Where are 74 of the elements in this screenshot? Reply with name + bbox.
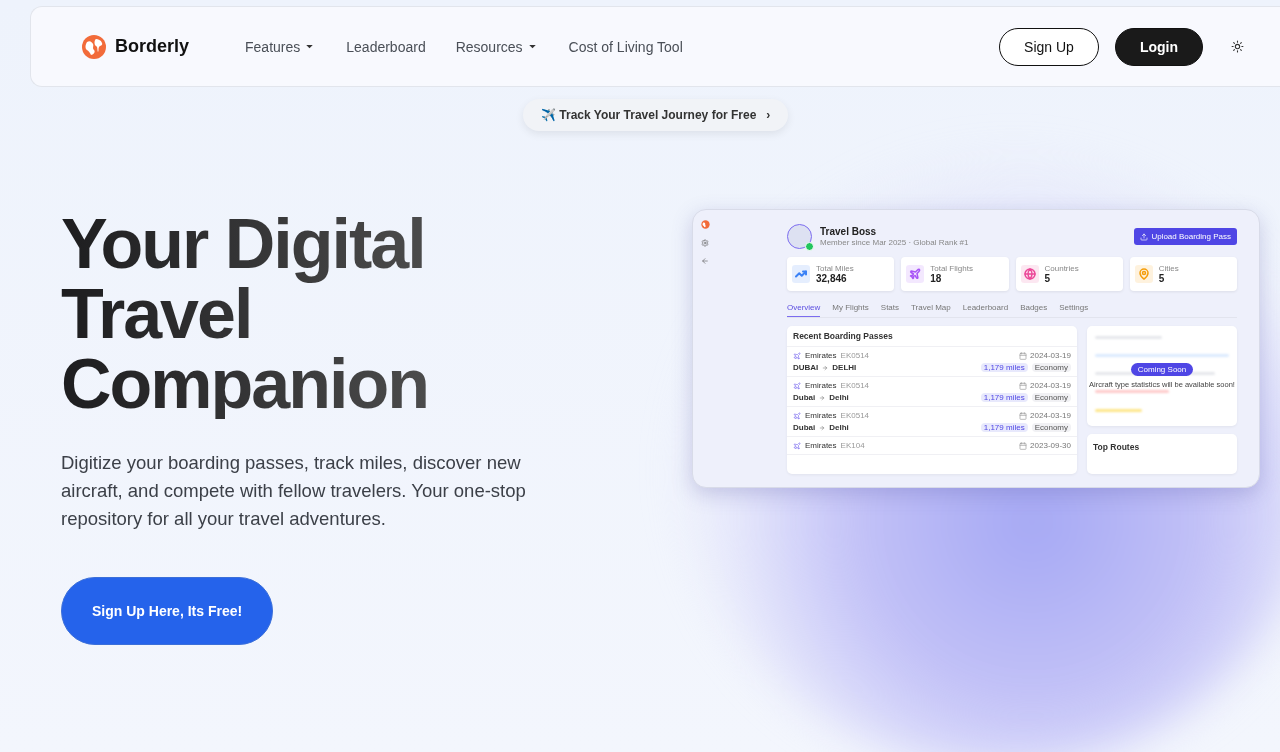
- airline-name: Emirates: [805, 441, 837, 450]
- calendar-icon: [1019, 381, 1028, 390]
- settings-icon[interactable]: [701, 239, 709, 247]
- nav-link[interactable]: Resources: [455, 38, 539, 55]
- nav-link[interactable]: Cost of Living Tool: [568, 38, 683, 55]
- globe-logo-icon: [81, 33, 107, 60]
- theme-toggle-sun-icon[interactable]: [1231, 40, 1244, 53]
- stat-value: 32,846: [816, 273, 848, 284]
- arrow-icon: [819, 394, 826, 401]
- upload-boarding-pass-button[interactable]: Upload Boarding Pass: [1134, 228, 1237, 245]
- announcement-pill[interactable]: ✈ Track Your Travel Journey for Free ›: [523, 99, 789, 131]
- plane-icon: [793, 351, 801, 360]
- route-origin: Dubai: [793, 423, 816, 432]
- status-dot: [805, 242, 814, 251]
- signup-cta-button[interactable]: Sign Up Here, Its Free!: [61, 577, 274, 645]
- upload-icon: [1140, 232, 1149, 241]
- flight-code: EK104: [840, 441, 865, 450]
- stat-value: 18: [930, 273, 943, 284]
- flight-date: 2024-03-19: [1030, 381, 1071, 390]
- route-destination: DELHI: [832, 363, 857, 372]
- class-tag: Economy: [1031, 363, 1071, 372]
- airline-name: Emirates: [805, 381, 837, 390]
- class-tag: Economy: [1031, 423, 1071, 432]
- tab[interactable]: Overview: [787, 303, 821, 317]
- tab[interactable]: My Flights: [832, 303, 869, 317]
- airline-name: Emirates: [805, 411, 837, 420]
- miles-tag: 1,179 miles: [980, 393, 1028, 402]
- route-destination: Delhi: [829, 423, 849, 432]
- chevron-text: ›: [766, 108, 771, 122]
- hero-description: Digitize your boarding passes, track miles, discover new aircraft, and compete with fellow travelers. Your one-stop repository for all your travel adventures.: [61, 451, 527, 531]
- flight-date: 2023-09-30: [1030, 441, 1071, 450]
- tab[interactable]: Stats: [880, 303, 900, 317]
- arrow-icon: [822, 364, 829, 371]
- calendar-icon: [1019, 441, 1028, 450]
- airline-name: Emirates: [805, 351, 837, 360]
- card-title: Top Routes: [1092, 441, 1141, 454]
- tab[interactable]: Settings: [1059, 303, 1089, 317]
- calendar-icon: [1019, 411, 1028, 420]
- profile-subtitle: Member since Mar 2025 · Global Rank #1: [820, 238, 969, 247]
- brand-name[interactable]: Borderly: [115, 36, 190, 57]
- tab[interactable]: Badges: [1020, 303, 1048, 317]
- class-tag: Economy: [1031, 393, 1071, 402]
- stat-value: 5: [1158, 273, 1166, 284]
- stat-label: Cities: [1158, 264, 1179, 273]
- plane-icon: [793, 411, 801, 420]
- tab[interactable]: Travel Map: [911, 303, 951, 317]
- nav-link[interactable]: Leaderboard: [346, 38, 426, 55]
- calendar-icon: [1019, 351, 1028, 360]
- sign-up-button[interactable]: Sign Up: [999, 27, 1099, 66]
- stat-label: Countries: [1044, 264, 1079, 273]
- stat-value: 5: [1044, 273, 1052, 284]
- flight-date: 2024-03-19: [1030, 411, 1071, 420]
- stat-label: Total Flights: [930, 264, 973, 273]
- route-destination: Delhi: [829, 393, 849, 402]
- plane-icon: [793, 441, 801, 450]
- arrow-icon: [819, 424, 826, 431]
- route-origin: DUBAI: [793, 363, 819, 372]
- profile-name: Travel Boss: [820, 226, 878, 237]
- globe-logo-icon: [701, 220, 710, 229]
- coming-soon-badge: Coming Soon: [1130, 363, 1194, 376]
- tab[interactable]: Leaderboard: [962, 303, 1009, 317]
- card-title: Recent Boarding Passes: [787, 326, 1077, 347]
- route-origin: Dubai: [793, 393, 816, 402]
- flight-code: EK0514: [840, 351, 870, 360]
- flight-date: 2024-03-19: [1030, 351, 1071, 360]
- login-button[interactable]: Login: [1114, 27, 1203, 66]
- nav-link[interactable]: Features: [245, 38, 317, 55]
- flight-code: EK0514: [840, 381, 870, 390]
- back-arrow-icon[interactable]: [701, 257, 709, 265]
- plane-icon: [793, 381, 801, 390]
- flight-code: EK0514: [840, 411, 870, 420]
- stat-label: Total Miles: [816, 264, 854, 273]
- miles-tag: 1,179 miles: [980, 423, 1028, 432]
- miles-tag: 1,179 miles: [980, 363, 1028, 372]
